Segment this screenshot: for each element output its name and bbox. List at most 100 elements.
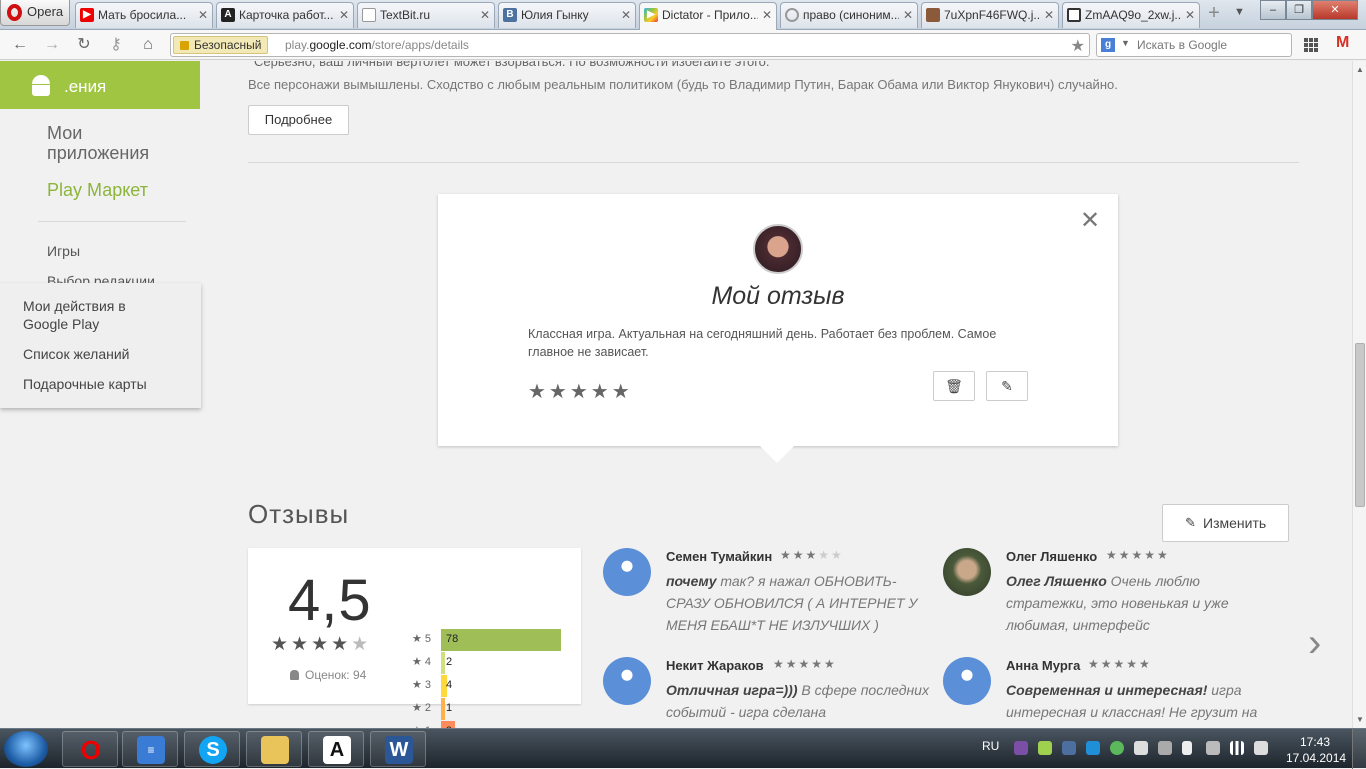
gmail-icon[interactable]: M: [1336, 34, 1349, 52]
apps-grid-icon[interactable]: [1304, 38, 1318, 52]
address-field[interactable]: Безопасный play.google.com/store/apps/de…: [170, 33, 1090, 57]
tray-app-icon[interactable]: [1086, 741, 1100, 755]
url-text[interactable]: play.google.com/store/apps/details: [285, 38, 469, 52]
delete-review-button[interactable]: 🗑: [933, 371, 975, 401]
avatar: [753, 224, 803, 274]
tab-vk[interactable]: B Юлия Гынку ✕: [498, 2, 636, 28]
taskbar-opera[interactable]: O: [62, 731, 118, 767]
key-icon[interactable]: ⚷: [106, 35, 126, 55]
clock-time: 17:43: [1299, 735, 1331, 749]
tab-textbit[interactable]: TextBit.ru ✕: [357, 2, 495, 28]
taskbar-word[interactable]: W: [370, 731, 426, 767]
forward-arrow-icon[interactable]: →: [42, 35, 62, 55]
taskbar-skype[interactable]: S: [184, 731, 240, 767]
histogram-row: ★ 2 1: [412, 698, 572, 720]
tab-close-icon[interactable]: ✕: [621, 3, 631, 27]
start-button[interactable]: [4, 731, 48, 767]
tab-label: Карточка работ...: [239, 8, 334, 22]
sidebar-item-editors-choice[interactable]: Выбор редакции: [47, 273, 155, 283]
viber-icon[interactable]: [1014, 741, 1028, 755]
minimize-icon[interactable]: –: [1260, 0, 1286, 20]
tray-app-icon[interactable]: [1206, 741, 1220, 755]
next-reviews-chevron-icon[interactable]: ›: [1308, 621, 1321, 666]
opera-logo-icon: [7, 4, 22, 21]
my-review-title: Мой отзыв: [711, 282, 845, 310]
taskbar-txtru[interactable]: ≡: [122, 731, 178, 767]
tab-close-icon[interactable]: ✕: [1185, 3, 1195, 27]
edit-review-button[interactable]: ✎: [986, 371, 1028, 401]
reload-icon[interactable]: ↻: [74, 35, 94, 55]
tab-image-2[interactable]: ZmAAQ9o_2xw.j... ✕: [1062, 2, 1200, 28]
sidebar-divider: [38, 221, 186, 222]
scrollbar-thumb[interactable]: [1355, 343, 1365, 507]
tab-dictator[interactable]: ▶ Dictator - Прило... ✕: [639, 2, 777, 30]
tab-card[interactable]: A Карточка работ... ✕: [216, 2, 354, 28]
window-close-icon[interactable]: ✕: [1312, 0, 1358, 20]
tab-close-icon[interactable]: ✕: [1044, 3, 1054, 27]
word-icon: W: [385, 736, 413, 764]
show-desktop-button[interactable]: [1352, 729, 1366, 769]
tab-close-icon[interactable]: ✕: [339, 3, 349, 27]
page-content: .ения Мои приложения Play Маркет Игры Вы…: [0, 61, 1352, 728]
scroll-down-arrow-icon[interactable]: ▼: [1356, 715, 1364, 724]
home-icon[interactable]: ⌂: [138, 35, 158, 55]
tab-label: TextBit.ru: [380, 8, 431, 22]
votes-label: Оценок: 94: [305, 668, 367, 682]
bookmark-star-icon[interactable]: ★: [1071, 36, 1085, 56]
section-divider: [248, 162, 1299, 163]
volume-icon[interactable]: [1254, 741, 1268, 755]
tab-synonym[interactable]: право (синоним... ✕: [780, 2, 918, 28]
network-signal-icon[interactable]: [1230, 741, 1244, 755]
sidebar-item-play-market[interactable]: Play Маркет: [47, 180, 148, 201]
opera-menu-button[interactable]: Opera: [0, 0, 70, 26]
menu-item-wishlist[interactable]: Список желаний: [23, 345, 129, 363]
sidebar-item-games[interactable]: Игры: [47, 243, 80, 259]
language-indicator[interactable]: RU: [982, 739, 999, 753]
tray-app-icon[interactable]: [1038, 741, 1052, 755]
close-icon[interactable]: ✕: [1080, 209, 1100, 233]
tray-app-icon[interactable]: [1134, 741, 1148, 755]
votes-count: Оценок: 94: [290, 668, 366, 682]
play-store-icon: ▶: [644, 8, 658, 22]
tab-list-chevron-icon[interactable]: ▼: [1234, 6, 1245, 18]
histogram-bar: [441, 698, 445, 720]
skype-icon: S: [199, 736, 227, 764]
tab-close-icon[interactable]: ✕: [198, 3, 208, 27]
tab-close-icon[interactable]: ✕: [480, 3, 490, 27]
menu-item-my-activity[interactable]: Мои действия в Google Play: [23, 297, 153, 333]
taskbar-app-a[interactable]: A: [308, 731, 364, 767]
url-path: /store/apps/details: [371, 38, 469, 52]
monitor-icon[interactable]: [1158, 741, 1172, 755]
url-domain: google.com: [309, 38, 372, 52]
review-lead: почему: [666, 573, 717, 589]
search-field[interactable]: g ▼ Искать в Google: [1096, 33, 1292, 57]
clock[interactable]: 17:43 17.04.2014: [1286, 734, 1346, 766]
review-text: Современная и интересная! игра интересна…: [1006, 679, 1270, 723]
page-scrollbar[interactable]: ▲ ▼: [1352, 61, 1366, 728]
security-badge[interactable]: Безопасный: [173, 36, 269, 54]
usb-icon[interactable]: [1182, 741, 1192, 755]
maximize-icon[interactable]: ❐: [1286, 0, 1312, 20]
edit-button[interactable]: ✎ Изменить: [1162, 504, 1289, 542]
taskbar-explorer[interactable]: [246, 731, 302, 767]
scroll-up-arrow-icon[interactable]: ▲: [1356, 65, 1364, 74]
search-engine-chevron-icon[interactable]: ▼: [1121, 38, 1130, 48]
folder-icon: [261, 736, 289, 764]
histogram-row: ★ 19: [412, 721, 572, 728]
back-arrow-icon[interactable]: ←: [10, 35, 30, 55]
menu-item-gift-cards[interactable]: Подарочные карты: [23, 375, 147, 393]
tab-image-1[interactable]: 7uXpnF46FWQ.j... ✕: [921, 2, 1059, 28]
edit-button-label: Изменить: [1203, 515, 1267, 531]
tray-app-icon[interactable]: [1062, 741, 1076, 755]
default-avatar-icon: [603, 548, 651, 596]
tab-youtube[interactable]: ▶ Мать бросила... ✕: [75, 2, 213, 28]
tab-close-icon[interactable]: ✕: [903, 3, 913, 27]
update-icon[interactable]: [1110, 741, 1124, 755]
tab-close-icon[interactable]: ✕: [762, 3, 772, 27]
new-tab-plus-icon[interactable]: +: [1204, 3, 1224, 24]
histogram-row: ★ 3 4: [412, 675, 572, 697]
sidebar-item-my-apps[interactable]: Мои приложения: [47, 123, 187, 163]
read-more-button[interactable]: Подробнее: [248, 105, 349, 135]
sidebar-apps-section[interactable]: .ения: [0, 61, 200, 109]
review-lead: Олег Ляшенко: [1006, 573, 1107, 589]
